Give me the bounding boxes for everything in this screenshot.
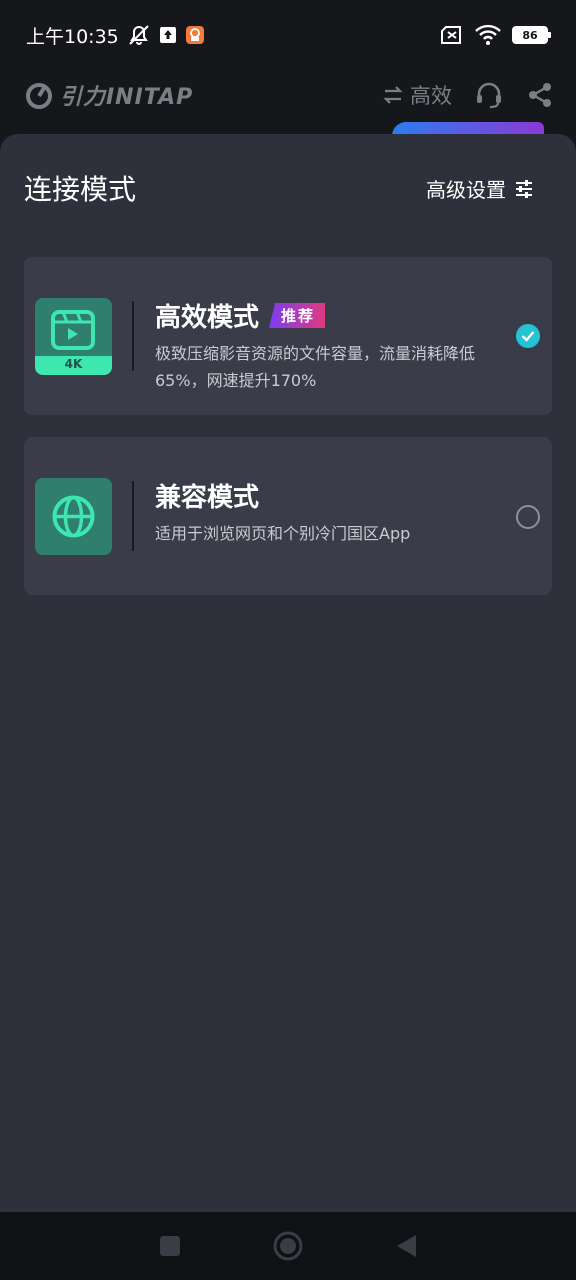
- swap-icon: [383, 86, 403, 104]
- connection-mode-sheet: 连接模式 高级设置 4K 高效模式 推荐 极致压缩影音资源的文件容量，流量消耗降…: [0, 134, 576, 1212]
- radio-unselected[interactable]: [516, 505, 540, 529]
- app-logo: 引力INITAP: [24, 79, 193, 111]
- video-4k-icon: 4K: [35, 298, 112, 375]
- home-icon[interactable]: [272, 1230, 304, 1262]
- option-divider: [132, 481, 134, 551]
- header-actions: 高效: [382, 80, 554, 110]
- back-icon[interactable]: [394, 1233, 418, 1259]
- mode-switch-label: 高效: [410, 84, 452, 108]
- status-left: 上午10:35: [26, 22, 205, 49]
- upload-icon: [159, 26, 177, 44]
- logo-text: 引力INITAP: [60, 85, 194, 110]
- status-time: 上午10:35: [26, 25, 119, 48]
- option-title: 高效模式: [155, 303, 260, 333]
- option-title: 兼容模式: [155, 483, 260, 513]
- sheet-title: 连接模式: [24, 173, 137, 206]
- option-efficient-mode[interactable]: 4K 高效模式 推荐 极致压缩影音资源的文件容量，流量消耗降低65%，网速提升1…: [24, 257, 552, 415]
- app-notification-icon: [185, 25, 205, 45]
- wifi-icon: [474, 24, 502, 46]
- share-icon[interactable]: [526, 81, 554, 109]
- globe-icon: [35, 478, 112, 555]
- option-title-row: 高效模式 推荐: [155, 297, 326, 334]
- headset-icon[interactable]: [474, 80, 504, 110]
- status-bar: 上午10:35 86: [0, 0, 576, 70]
- radio-selected-check-icon[interactable]: [516, 324, 540, 348]
- recent-apps-icon[interactable]: [158, 1234, 182, 1258]
- mode-switch-button[interactable]: 高效: [382, 80, 452, 110]
- advanced-settings-label: 高级设置: [426, 178, 506, 202]
- mute-icon: [127, 24, 151, 46]
- logo-icon: [26, 83, 52, 109]
- app-header: 引力INITAP 高效: [0, 70, 576, 120]
- settings-sliders-icon: [516, 179, 532, 198]
- option-compatible-mode[interactable]: 兼容模式 适用于浏览网页和个别冷门国区App: [24, 437, 552, 595]
- recommended-badge: 推荐: [269, 303, 326, 328]
- option-divider: [132, 301, 134, 371]
- advanced-settings-button[interactable]: 高级设置: [426, 174, 534, 203]
- sim-off-icon: [440, 25, 464, 45]
- option-description: 适用于浏览网页和个别冷门国区App: [155, 524, 411, 543]
- status-right: 86: [440, 24, 551, 46]
- icon-4k-label: 4K: [64, 357, 83, 371]
- option-description: 极致压缩影音资源的文件容量，流量消耗降低65%，网速提升170%: [155, 344, 476, 390]
- navigation-bar: [0, 1212, 576, 1280]
- option-title-row: 兼容模式: [155, 477, 259, 514]
- battery-icon: 86: [512, 26, 551, 44]
